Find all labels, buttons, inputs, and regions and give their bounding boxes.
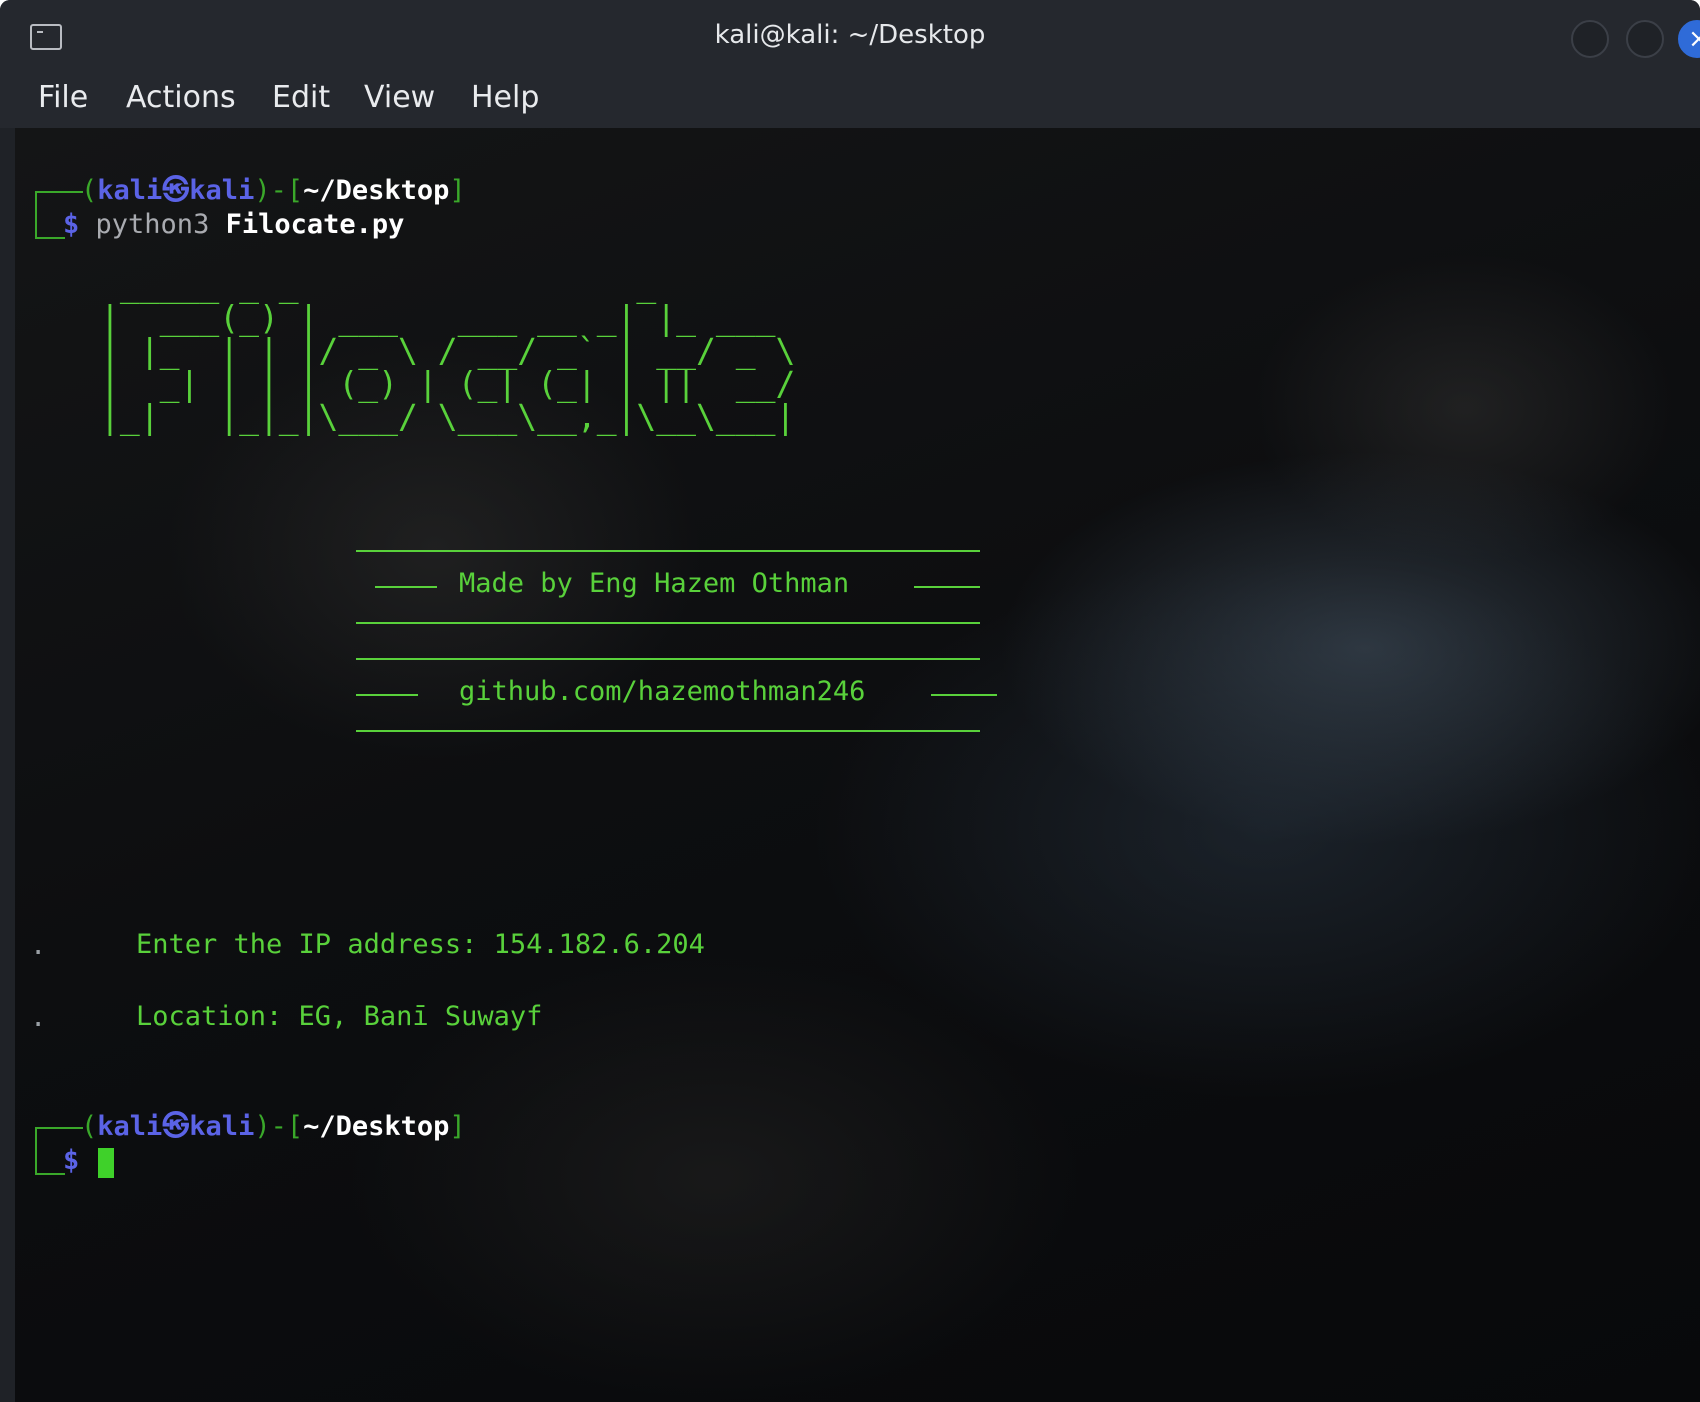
prompt-close: )-[ (254, 1111, 304, 1142)
made-by-text: Made by Eng Hazem Othman (459, 568, 850, 599)
banner-rule (914, 586, 980, 588)
ascii-art-logo: _____ _ _ _ | ___(_) | ___ ___ __ _| |_ … (100, 265, 796, 436)
prompt-dollar: $ (63, 209, 80, 240)
maximize-button[interactable] (1626, 20, 1664, 58)
terminal-window: kali@kali: ~/Desktop × File Actions Edit… (0, 0, 1700, 1402)
input-line[interactable]: $ (63, 1146, 79, 1176)
menu-file[interactable]: File (38, 80, 88, 115)
banner-rule (356, 694, 418, 696)
prompt-close: )-[ (254, 175, 304, 206)
prompt-end: ] (449, 175, 466, 206)
prompt-end: ] (449, 1111, 466, 1142)
prompt-path: ~/Desktop (303, 175, 450, 206)
title-bar[interactable]: kali@kali: ~/Desktop × (0, 0, 1700, 76)
prompt-user: kali (97, 1111, 163, 1142)
prompt-frame-bottom (35, 227, 65, 239)
prompt-path: ~/Desktop (303, 1111, 450, 1142)
banner-rule (356, 658, 980, 660)
menu-bar: File Actions Edit View Help (0, 76, 1700, 128)
ip-prompt-text: Enter the IP address: 154.182.6.204 (136, 929, 705, 960)
prompt-user: kali (97, 175, 163, 206)
terminal-output-area[interactable]: (kali㉿kali)-[~/Desktop] $ python3 Filoca… (15, 128, 1700, 1402)
banner-rule (356, 622, 980, 624)
menu-help[interactable]: Help (471, 80, 539, 115)
location-text: Location: EG, Banī Suwayf (136, 1001, 543, 1032)
banner-rule (356, 730, 980, 732)
command-argument: Filocate.py (225, 209, 405, 240)
prompt-at-symbol: ㉿ (162, 1111, 190, 1142)
banner-rule (375, 586, 437, 588)
prompt-line: (kali㉿kali)-[~/Desktop] (81, 1112, 466, 1142)
prompt-open: ( (81, 175, 98, 206)
output-bullet: . (30, 930, 47, 961)
text-cursor (98, 1148, 114, 1178)
banner-rule (931, 694, 997, 696)
minimize-button[interactable] (1571, 20, 1609, 58)
prompt-host: kali (189, 175, 255, 206)
output-bullet: . (30, 1002, 47, 1033)
prompt-frame-bottom (35, 1163, 65, 1175)
window-title: kali@kali: ~/Desktop (714, 20, 986, 50)
prompt-line: (kali㉿kali)-[~/Desktop] (81, 176, 466, 206)
menu-edit[interactable]: Edit (272, 80, 330, 115)
github-text: github.com/hazemothman246 (459, 676, 866, 707)
prompt-open: ( (81, 1111, 98, 1142)
command-name: python3 (95, 209, 210, 240)
prompt-dollar: $ (63, 1145, 80, 1176)
command-line: $ python3 Filocate.py (63, 210, 404, 240)
banner-rule (356, 550, 980, 552)
prompt-at-symbol: ㉿ (162, 175, 190, 206)
prompt-host: kali (189, 1111, 255, 1142)
menu-view[interactable]: View (364, 80, 435, 115)
menu-actions[interactable]: Actions (126, 80, 236, 115)
